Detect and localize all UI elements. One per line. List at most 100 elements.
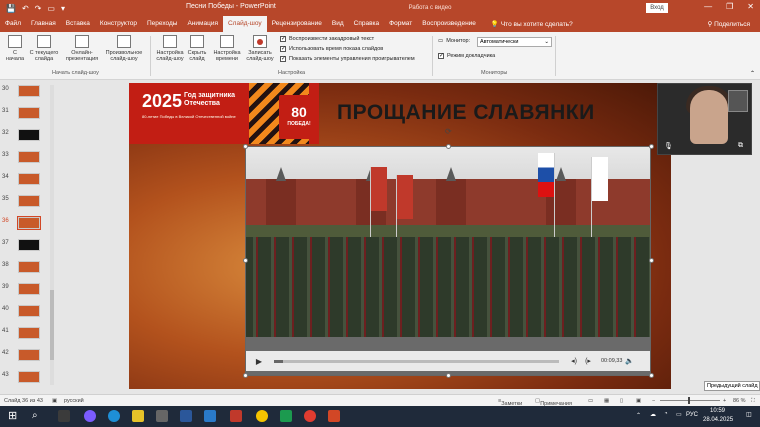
- file-explorer-icon[interactable]: [132, 410, 144, 422]
- forward-icon[interactable]: (▸: [581, 357, 595, 365]
- language-indicator[interactable]: русский: [64, 398, 84, 404]
- start-slideshow-icon[interactable]: ▭: [47, 4, 55, 13]
- yandex-icon[interactable]: [304, 410, 316, 422]
- tab-playback[interactable]: Воспроизведение: [417, 16, 481, 32]
- cloud-icon[interactable]: ☁: [650, 411, 656, 418]
- notifications-icon[interactable]: ◫: [746, 411, 752, 418]
- show-media-controls-checkbox[interactable]: Показать элементы управления проигрывате…: [280, 55, 415, 62]
- zoom-slider[interactable]: [660, 400, 720, 401]
- close-button[interactable]: ✕: [747, 2, 754, 11]
- customize-icon[interactable]: ▾: [61, 4, 65, 13]
- slide-thumbnail[interactable]: [18, 349, 40, 361]
- slide-thumbnail[interactable]: [18, 173, 40, 185]
- zoom-out-icon[interactable]: −: [652, 398, 655, 404]
- microphone-icon[interactable]: 🎙: [664, 142, 673, 150]
- presenter-view-checkbox[interactable]: Режим докладчика: [438, 52, 495, 59]
- comments-button[interactable]: ▢ Примечания: [535, 398, 572, 407]
- share-button[interactable]: ⚲ Поделиться: [708, 20, 750, 28]
- from-beginning-button[interactable]: С начала: [4, 35, 26, 62]
- slide-thumbnail[interactable]: [18, 371, 40, 383]
- monitor-select[interactable]: Автоматически ⌄: [477, 37, 552, 47]
- reading-view-icon[interactable]: ▯: [620, 398, 623, 404]
- spellcheck-icon[interactable]: ▣: [52, 398, 57, 404]
- rehearse-timings-button[interactable]: Настройка времени: [211, 35, 243, 62]
- tab-format[interactable]: Формат: [384, 16, 417, 32]
- zoom-slider-thumb[interactable]: [688, 397, 690, 404]
- store-icon[interactable]: [156, 410, 168, 422]
- redo-icon[interactable]: ↷: [35, 4, 42, 13]
- volume-icon[interactable]: 🔈: [622, 357, 636, 365]
- slide-canvas[interactable]: 2025 Год защитника Отечества 80-летие По…: [129, 83, 671, 389]
- tab-help[interactable]: Справка: [349, 16, 385, 32]
- resize-handle[interactable]: [649, 258, 654, 263]
- slide-thumbnail[interactable]: [18, 195, 40, 207]
- fit-slide-icon[interactable]: ⛶: [751, 398, 755, 405]
- slide-thumbnail[interactable]: [18, 261, 40, 273]
- tab-slideshow[interactable]: Слайд-шоу: [222, 16, 267, 32]
- webcam-overlay[interactable]: 🎙 ⧉: [657, 83, 752, 155]
- slide-thumbnail[interactable]: [18, 305, 40, 317]
- slide-title[interactable]: ПРОЩАНИЕ СЛАВЯНКИ: [337, 101, 595, 125]
- tray-chevron-icon[interactable]: ⌃: [636, 412, 641, 419]
- tab-review[interactable]: Рецензирование: [267, 16, 327, 32]
- battery-icon[interactable]: ▭: [676, 411, 682, 418]
- slideshow-view-icon[interactable]: ▣: [636, 398, 641, 404]
- resize-handle[interactable]: [649, 373, 654, 378]
- tab-animations[interactable]: Анимация: [182, 16, 223, 32]
- seek-bar[interactable]: [274, 359, 559, 363]
- video-object[interactable]: ▶ ◂) (▸ 00:09,33 🔈: [245, 146, 651, 376]
- powerpoint-icon[interactable]: [328, 410, 340, 422]
- chat-app-icon[interactable]: [84, 410, 96, 422]
- normal-view-icon[interactable]: ▭: [588, 398, 593, 404]
- task-view-icon[interactable]: [58, 410, 70, 422]
- green-app-icon[interactable]: [280, 410, 292, 422]
- tab-design[interactable]: Конструктор: [95, 16, 142, 32]
- play-narrations-checkbox[interactable]: Воспроизвести закадровый текст: [280, 35, 374, 42]
- slide-thumbnail[interactable]: [18, 239, 40, 251]
- tab-transitions[interactable]: Переходы: [142, 16, 183, 32]
- slide-thumbnail[interactable]: [18, 283, 40, 295]
- undo-icon[interactable]: ↶: [22, 4, 29, 13]
- resize-handle[interactable]: [243, 258, 248, 263]
- collapse-ribbon-icon[interactable]: ⌃: [750, 70, 755, 77]
- play-icon[interactable]: ▶: [252, 357, 266, 366]
- keyboard-language[interactable]: РУС: [686, 412, 698, 418]
- zoom-level[interactable]: 86 %: [733, 398, 746, 404]
- custom-slideshow-button[interactable]: Произвольное слайд-шоу: [103, 35, 145, 62]
- tab-file[interactable]: Файл: [0, 16, 26, 32]
- notes-button[interactable]: ≡ Заметки: [498, 398, 522, 407]
- slide-thumbnail[interactable]: [18, 107, 40, 119]
- screen-share-icon[interactable]: ⧉: [738, 142, 743, 150]
- clock-time[interactable]: 10:59: [710, 408, 725, 414]
- slide-thumbnail[interactable]: [18, 327, 40, 339]
- restore-button[interactable]: ❐: [726, 2, 733, 11]
- resize-handle[interactable]: [243, 373, 248, 378]
- save-icon[interactable]: 💾: [6, 4, 16, 13]
- search-icon[interactable]: ⌕: [32, 410, 38, 421]
- resize-handle[interactable]: [446, 144, 451, 149]
- present-online-button[interactable]: Онлайн-презентация: [64, 35, 100, 62]
- setup-slideshow-button[interactable]: Настройка слайд-шоу: [154, 35, 186, 62]
- tab-view[interactable]: Вид: [327, 16, 349, 32]
- slide-thumbnail[interactable]: [18, 129, 40, 141]
- red-app-icon[interactable]: [230, 410, 242, 422]
- sign-in-button[interactable]: Вход: [646, 3, 668, 13]
- slide-sorter-icon[interactable]: ▦: [604, 398, 609, 404]
- telegram-icon[interactable]: [204, 410, 216, 422]
- rotate-handle-icon[interactable]: ⟳: [445, 127, 452, 136]
- tab-home[interactable]: Главная: [26, 16, 61, 32]
- panel-scrollbar[interactable]: [50, 85, 54, 385]
- windows-start-icon[interactable]: ⊞: [8, 409, 17, 422]
- yandex-browser-icon[interactable]: [256, 410, 268, 422]
- scrollbar-thumb[interactable]: [50, 290, 54, 360]
- clock-date[interactable]: 28.04.2025: [703, 417, 733, 423]
- tell-me-search[interactable]: 💡 Что вы хотите сделать?: [491, 20, 573, 28]
- minimize-button[interactable]: —: [704, 2, 712, 11]
- record-slideshow-button[interactable]: Записать слайд-шоу: [244, 35, 276, 62]
- zoom-in-icon[interactable]: +: [723, 398, 726, 404]
- hide-slide-button[interactable]: Скрыть слайд: [186, 35, 208, 62]
- word-icon[interactable]: [180, 410, 192, 422]
- slide-thumbnail[interactable]: [18, 151, 40, 163]
- slide-thumbnail-active[interactable]: [17, 216, 41, 230]
- use-timings-checkbox[interactable]: Использовать время показа слайдов: [280, 45, 383, 52]
